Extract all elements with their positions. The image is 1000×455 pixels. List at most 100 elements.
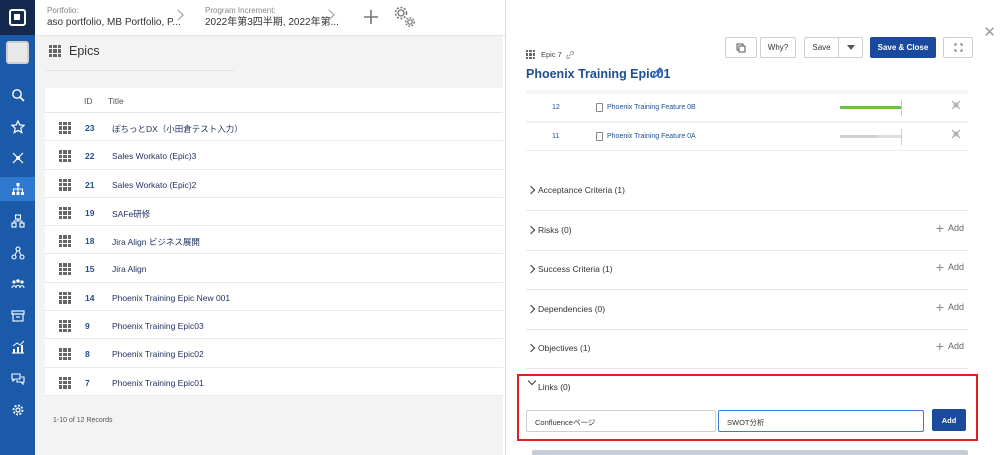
row-id[interactable]: 15 xyxy=(85,264,94,274)
save-dropdown-button[interactable] xyxy=(838,37,863,58)
feature-row[interactable]: 12 Phoenix Training Feature 0B xyxy=(526,94,968,122)
portfolio-value: aso portfolio, MB Portfolio, P... xyxy=(47,17,181,28)
nav-reports[interactable] xyxy=(0,335,35,359)
section-success[interactable]: Success Criteria (1) + Add xyxy=(526,251,968,290)
remove-icon[interactable] xyxy=(951,100,961,110)
row-id[interactable]: 18 xyxy=(85,236,94,246)
close-icon[interactable]: ✕ xyxy=(983,25,996,40)
copy-button[interactable] xyxy=(725,37,757,58)
link-url-input[interactable]: SWOT分析 xyxy=(718,410,924,432)
column-header-title[interactable]: Title xyxy=(108,96,124,106)
row-title[interactable]: Jira Align xyxy=(112,264,147,274)
why-button[interactable]: Why? xyxy=(760,37,796,58)
table-row[interactable]: 7 Phoenix Training Epic01 xyxy=(45,368,503,396)
link-chain-icon[interactable] xyxy=(566,50,574,59)
table-row[interactable]: 8 Phoenix Training Epic02 xyxy=(45,339,503,368)
document-icon xyxy=(596,103,603,112)
row-id[interactable]: 7 xyxy=(85,378,90,388)
row-title[interactable]: Phoenix Training Epic02 xyxy=(112,349,204,359)
user-avatar[interactable] xyxy=(6,41,29,64)
section-dependencies[interactable]: Dependencies (0) + Add xyxy=(526,291,968,330)
section-objectives[interactable]: Objectives (1) + Add xyxy=(526,330,968,369)
nav-search[interactable] xyxy=(0,83,35,107)
add-link-button[interactable]: Add xyxy=(932,409,966,431)
nav-strategy[interactable] xyxy=(0,146,35,170)
row-id[interactable]: 14 xyxy=(85,293,94,303)
epic-detail-panel: ✕ Why? Save Save & Close Epic 7 Phoenix … xyxy=(505,0,1000,455)
row-title[interactable]: Phoenix Training Epic03 xyxy=(112,321,204,331)
expand-icon xyxy=(954,43,962,52)
nav-program[interactable] xyxy=(0,209,35,233)
row-id[interactable]: 9 xyxy=(85,321,90,331)
table-row[interactable]: 22 Sales Workato (Epic)3 xyxy=(45,141,503,170)
nav-chat[interactable] xyxy=(0,367,35,391)
section-links[interactable]: Links (0) xyxy=(526,366,968,405)
grid-icon xyxy=(59,263,71,276)
program-increment-selector[interactable]: Program Increment: 2022年第3四半期, 2022年第... xyxy=(205,6,339,29)
add-item-button[interactable]: + Add xyxy=(936,339,964,353)
table-row[interactable]: 15 Jira Align xyxy=(45,254,503,283)
row-title[interactable]: SAFe研修 xyxy=(112,208,150,220)
row-title[interactable]: Phoenix Training Epic New 001 xyxy=(112,293,230,303)
save-close-button[interactable]: Save & Close xyxy=(870,37,936,58)
feature-name[interactable]: Phoenix Training Feature 0B xyxy=(607,104,696,111)
feature-id[interactable]: 12 xyxy=(552,104,560,111)
nav-portfolio[interactable] xyxy=(0,177,35,201)
section-title: Acceptance Criteria (1) xyxy=(538,185,625,195)
feature-progress-bar xyxy=(840,135,902,138)
archive-box-icon xyxy=(10,310,25,322)
feature-row[interactable]: 11 Phoenix Training Feature 0A xyxy=(526,123,968,151)
remove-icon[interactable] xyxy=(951,129,961,139)
row-title[interactable]: Sales Workato (Epic)3 xyxy=(112,151,196,161)
chart-growth-icon xyxy=(11,340,24,354)
expand-button[interactable] xyxy=(943,37,973,58)
progress-divider xyxy=(901,129,902,145)
column-header-id[interactable]: ID xyxy=(84,96,93,106)
row-title[interactable]: ぽちっとDX（小田倉テスト入力） xyxy=(112,123,243,135)
portfolio-selector[interactable]: Portfolio: aso portfolio, MB Portfolio, … xyxy=(47,6,181,29)
table-row[interactable]: 21 Sales Workato (Epic)2 xyxy=(45,170,503,198)
nav-backlog[interactable] xyxy=(0,304,35,328)
row-id[interactable]: 8 xyxy=(85,349,90,359)
chevron-right-icon xyxy=(526,304,536,313)
home-logo[interactable] xyxy=(0,0,35,35)
section-title: Success Criteria (1) xyxy=(538,264,613,274)
row-id[interactable]: 22 xyxy=(85,151,94,161)
row-title[interactable]: Jira Align ビジネス展開 xyxy=(112,236,200,248)
link-name-input[interactable]: Confluenceページ xyxy=(526,410,716,432)
gears-icon[interactable] xyxy=(393,5,417,29)
epic-tag-text: Epic 7 xyxy=(541,50,562,59)
add-label: Add xyxy=(947,341,964,351)
add-item-button[interactable]: + Add xyxy=(936,260,964,274)
epic-tag: Epic 7 xyxy=(526,50,574,59)
table-header: ID Title xyxy=(45,88,503,113)
table-row[interactable]: 23 ぽちっとDX（小田倉テスト入力） xyxy=(45,113,503,142)
section-acceptance[interactable]: Acceptance Criteria (1) xyxy=(526,172,968,211)
add-item-button[interactable]: + Add xyxy=(936,221,964,235)
add-plus-icon[interactable] xyxy=(362,8,380,26)
row-id[interactable]: 23 xyxy=(85,123,94,133)
chevron-right-icon xyxy=(526,264,536,274)
copy-icon xyxy=(736,43,746,52)
nav-team[interactable] xyxy=(0,241,35,265)
table-row[interactable]: 18 Jira Align ビジネス展開 xyxy=(45,226,503,255)
row-title[interactable]: Phoenix Training Epic01 xyxy=(112,378,204,388)
epic-title: Phoenix Training Epic01 xyxy=(526,67,671,81)
row-title[interactable]: Sales Workato (Epic)2 xyxy=(112,180,196,190)
table-row[interactable]: 19 SAFe研修 xyxy=(45,198,503,227)
feature-name[interactable]: Phoenix Training Feature 0A xyxy=(607,133,696,140)
nav-favorites[interactable] xyxy=(0,115,35,139)
add-item-button[interactable]: + Add xyxy=(936,300,964,314)
table-row[interactable]: 9 Phoenix Training Epic03 xyxy=(45,311,503,340)
nav-settings[interactable] xyxy=(0,398,35,422)
save-button[interactable]: Save xyxy=(804,37,838,58)
table-row[interactable]: 14 Phoenix Training Epic New 001 xyxy=(45,283,503,312)
row-id[interactable]: 21 xyxy=(85,180,94,190)
grid-icon xyxy=(59,376,71,389)
row-id[interactable]: 19 xyxy=(85,208,94,218)
chevron-right-icon xyxy=(526,343,536,353)
section-risks[interactable]: Risks (0) + Add xyxy=(526,212,968,251)
nav-people[interactable] xyxy=(0,272,35,296)
pencil-edit-icon[interactable] xyxy=(651,67,663,79)
feature-id[interactable]: 11 xyxy=(552,133,559,140)
